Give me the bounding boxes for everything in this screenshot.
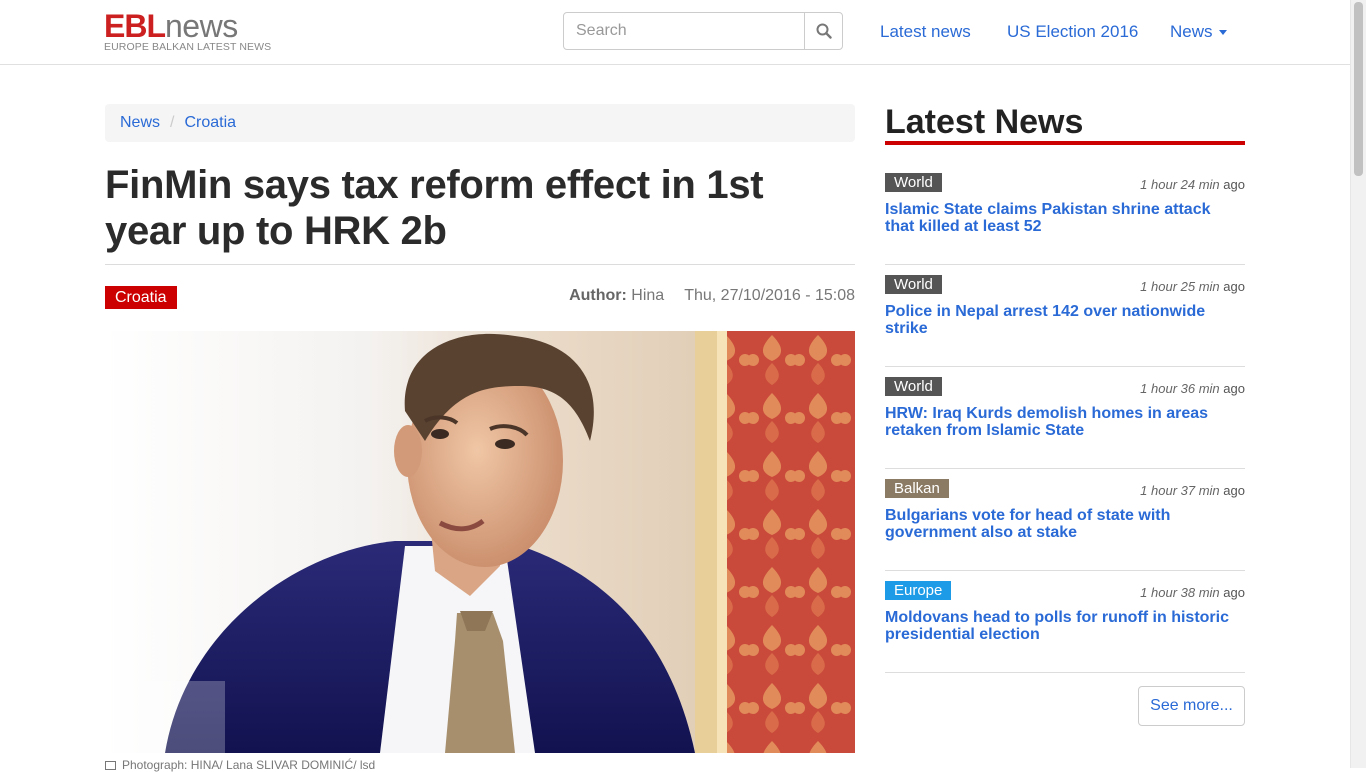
news-time-ago: ago	[1223, 585, 1245, 600]
nav-news-dropdown[interactable]: News	[1170, 22, 1227, 42]
caret-down-icon	[1218, 30, 1227, 36]
news-item: Balkan 1 hour 37 min ago Bulgarians vote f…	[885, 469, 1245, 571]
news-time: 1 hour 25 min ago	[1140, 279, 1245, 294]
news-time: 1 hour 36 min ago	[1140, 381, 1245, 396]
nav-news-label: News	[1170, 22, 1213, 41]
photo-caption: Photograph: HINA/ Lana SLIVAR DOMINIĆ/ l…	[105, 758, 375, 772]
vertical-scrollbar[interactable]	[1350, 0, 1366, 768]
news-category-badge[interactable]: World	[885, 377, 942, 396]
breadcrumb: News / Croatia	[105, 104, 855, 142]
news-title-link[interactable]: Moldovans head to polls for runoff in hi…	[885, 609, 1235, 643]
news-title-link[interactable]: Bulgarians vote for head of state with g…	[885, 507, 1235, 541]
news-time-value: 1 hour 37 min	[1140, 483, 1220, 498]
sidebar-title-underline	[885, 141, 1245, 145]
news-time-value: 1 hour 25 min	[1140, 279, 1220, 294]
news-category-badge[interactable]: Balkan	[885, 479, 949, 498]
news-title-link[interactable]: Islamic State claims Pakistan shrine att…	[885, 201, 1235, 235]
breadcrumb-separator: /	[170, 114, 175, 131]
logo-tagline: EUROPE BALKAN LATEST NEWS	[104, 41, 272, 53]
logo-ebl-text: EBL	[104, 8, 166, 44]
search-input[interactable]	[564, 13, 804, 49]
news-time-ago: ago	[1223, 279, 1245, 294]
image-icon	[105, 761, 116, 770]
news-time-value: 1 hour 24 min	[1140, 177, 1220, 192]
news-category-badge[interactable]: Europe	[885, 581, 952, 600]
site-logo[interactable]: EBLnews EUROPE BALKAN LATEST NEWS	[104, 9, 284, 55]
logo-wordmark: EBLnews	[104, 9, 238, 43]
sidebar-title: Latest News	[885, 103, 1084, 141]
photo-caption-text: Photograph: HINA/ Lana SLIVAR DOMINIĆ/ l…	[122, 758, 376, 772]
breadcrumb-news[interactable]: News	[120, 114, 160, 131]
article-photo	[105, 331, 855, 753]
news-time: 1 hour 38 min ago	[1140, 585, 1245, 600]
article-date: Thu, 27/10/2016 - 15:08	[684, 287, 855, 304]
news-item: World 1 hour 36 min ago HRW: Iraq Kurds de…	[885, 367, 1245, 469]
news-time-ago: ago	[1223, 177, 1245, 192]
news-title-link[interactable]: Police in Nepal arrest 142 over nationwi…	[885, 303, 1235, 337]
search-icon	[816, 23, 832, 39]
nav-us-election-2016[interactable]: US Election 2016	[1007, 22, 1138, 42]
scrollbar-thumb[interactable]	[1354, 2, 1363, 176]
article-category-badge[interactable]: Croatia	[105, 286, 177, 309]
search-form	[563, 12, 843, 50]
news-time: 1 hour 24 min ago	[1140, 177, 1245, 192]
news-category-badge[interactable]: World	[885, 173, 942, 192]
author-label: Author:	[569, 287, 627, 304]
news-category-badge[interactable]: World	[885, 275, 942, 294]
article-photo-illustration	[105, 331, 855, 753]
news-time: 1 hour 37 min ago	[1140, 483, 1245, 498]
news-time-ago: ago	[1223, 483, 1245, 498]
article-meta: Author: Hina Thu, 27/10/2016 - 15:08	[569, 287, 855, 305]
search-button[interactable]	[804, 13, 843, 49]
article-headline: FinMin says tax reform effect in 1st yea…	[105, 163, 764, 253]
logo-news-text: news	[165, 8, 238, 44]
news-time-value: 1 hour 38 min	[1140, 585, 1220, 600]
breadcrumb-croatia[interactable]: Croatia	[184, 114, 236, 131]
author-name: Hina	[631, 287, 665, 304]
news-time-ago: ago	[1223, 381, 1245, 396]
news-time-value: 1 hour 36 min	[1140, 381, 1220, 396]
news-item: Europe 1 hour 38 min ago Moldovans head to…	[885, 571, 1245, 673]
headline-divider	[105, 264, 855, 265]
news-title-link[interactable]: HRW: Iraq Kurds demolish homes in areas …	[885, 405, 1235, 439]
nav-latest-news[interactable]: Latest news	[880, 22, 971, 42]
news-item: World 1 hour 25 min ago Police in Nepal ar…	[885, 265, 1245, 367]
see-more-button[interactable]: See more...	[1138, 686, 1245, 726]
top-navbar: EBLnews EUROPE BALKAN LATEST NEWS Latest…	[0, 0, 1350, 65]
news-item: World 1 hour 24 min ago Islamic State clai…	[885, 163, 1245, 265]
